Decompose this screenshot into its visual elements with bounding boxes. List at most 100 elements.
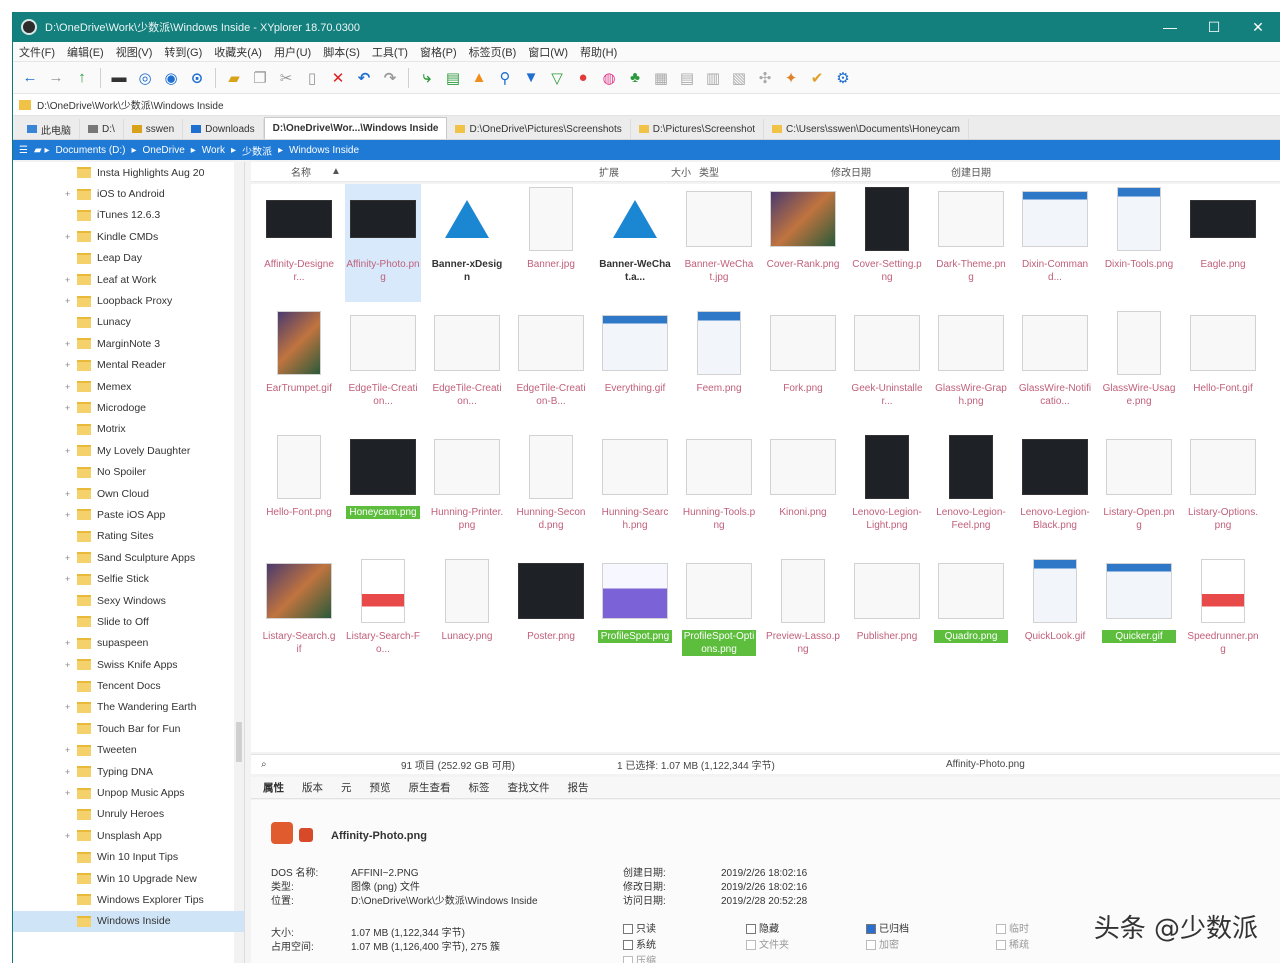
column-created[interactable]: 创建日期	[951, 164, 991, 179]
menu-view[interactable]: 视图(V)	[116, 44, 153, 60]
minimize-button[interactable]: —	[1148, 12, 1192, 42]
tree-item[interactable]: Windows Explorer Tips	[13, 889, 244, 910]
file-item[interactable]: EdgeTile-Creation-B...	[513, 308, 589, 426]
tree-item[interactable]: iTunes 12.6.3	[13, 205, 244, 226]
paste-icon[interactable]: ▯	[301, 67, 323, 89]
drive-icon[interactable]: ▬	[108, 67, 130, 89]
tree-item[interactable]: + Sand Sculpture Apps	[13, 547, 244, 568]
breadcrumb-menu-icon[interactable]: ☰	[19, 145, 28, 156]
info-tab-report[interactable]: 报告	[568, 780, 589, 795]
tree-item[interactable]: Lunacy	[13, 312, 244, 333]
info-tab-tags[interactable]: 标签	[469, 780, 490, 795]
expand-icon[interactable]: +	[65, 788, 70, 798]
tree-item[interactable]: + supaspeen	[13, 633, 244, 654]
file-item[interactable]: Lenovo-Legion-Feel.png	[933, 432, 1009, 550]
tree-item[interactable]: + Unsplash App	[13, 825, 244, 846]
tree-item[interactable]: + My Lovely Daughter	[13, 440, 244, 461]
expand-icon[interactable]: +	[65, 360, 70, 370]
tab-downloads[interactable]: Downloads	[183, 119, 264, 139]
file-item[interactable]: Lunacy.png	[429, 556, 505, 674]
address-bar[interactable]: D:\OneDrive\Work\少数派\Windows Inside	[13, 94, 1280, 116]
expand-icon[interactable]: +	[65, 232, 70, 242]
expand-icon[interactable]: +	[65, 296, 70, 306]
file-item[interactable]: GlassWire-Graph.png	[933, 308, 1009, 426]
address-path[interactable]: D:\OneDrive\Work\少数派\Windows Inside	[37, 97, 224, 112]
file-item[interactable]: Publisher.png	[849, 556, 925, 674]
split-view-icon[interactable]: ▥	[702, 67, 724, 89]
file-item[interactable]: Hunning-Search.png	[597, 432, 673, 550]
file-item[interactable]: Listary-Open.png	[1101, 432, 1177, 550]
expand-icon[interactable]: +	[65, 339, 70, 349]
file-item[interactable]: Cover-Rank.png	[765, 184, 841, 302]
file-item[interactable]: Affinity-Designer...	[261, 184, 337, 302]
attr-hidden[interactable]: 隐藏	[746, 924, 779, 936]
columns-icon[interactable]: ▧	[728, 67, 750, 89]
file-item[interactable]: Listary-Options.png	[1185, 432, 1261, 550]
file-item[interactable]: ProfileSpot-Options.png	[681, 556, 757, 674]
expand-icon[interactable]: +	[65, 510, 70, 520]
file-item[interactable]: Banner-WeChat.jpg	[681, 184, 757, 302]
delete-icon[interactable]: ✕	[327, 67, 349, 89]
file-item[interactable]: Speedrunner.png	[1185, 556, 1261, 674]
expand-icon[interactable]: +	[65, 189, 70, 199]
info-tab-version[interactable]: 版本	[302, 780, 323, 795]
tree-item[interactable]: + iOS to Android	[13, 183, 244, 204]
filter-green-icon[interactable]: ▽	[546, 67, 568, 89]
checkbox[interactable]	[746, 924, 756, 935]
tree-item[interactable]: Windows Inside	[13, 910, 244, 933]
grid-view-icon[interactable]: ▦	[650, 67, 672, 89]
menu-user[interactable]: 用户(U)	[274, 44, 311, 60]
tree-item[interactable]: + MarginNote 3	[13, 333, 244, 354]
tree-item[interactable]: + Memex	[13, 376, 244, 397]
file-item[interactable]: Affinity-Photo.png	[345, 184, 421, 302]
file-item[interactable]: Eagle.png	[1185, 184, 1261, 302]
bookmark-icon[interactable]: ✦	[780, 67, 802, 89]
file-item[interactable]: Cover-Setting.png	[849, 184, 925, 302]
file-item[interactable]: Honeycam.png	[345, 432, 421, 550]
menu-tabs[interactable]: 标签页(B)	[469, 44, 517, 60]
circle-icon[interactable]: ◉	[160, 67, 182, 89]
up-icon[interactable]: ↑	[71, 67, 93, 89]
column-type[interactable]: 类型	[699, 164, 719, 179]
tree-item[interactable]: + Selfie Stick	[13, 568, 244, 589]
file-item[interactable]: Hunning-Second.png	[513, 432, 589, 550]
close-button[interactable]: ✕	[1236, 12, 1280, 42]
expand-icon[interactable]: +	[65, 489, 70, 499]
file-item[interactable]: Geek-Uninstaller...	[849, 308, 925, 426]
info-tab-meta[interactable]: 元	[341, 780, 352, 795]
tag-icon[interactable]: ●	[572, 67, 594, 89]
maximize-button[interactable]: ☐	[1192, 12, 1236, 42]
file-item[interactable]: Hunning-Printer.png	[429, 432, 505, 550]
expand-icon[interactable]: +	[65, 638, 70, 648]
tab-screenshot[interactable]: D:\Pictures\Screenshot	[631, 119, 765, 139]
tab-d-drive[interactable]: D:\	[80, 119, 124, 139]
checkbox[interactable]	[623, 924, 633, 935]
file-item[interactable]: Listary-Search-Fo...	[345, 556, 421, 674]
menu-favorites[interactable]: 收藏夹(A)	[214, 44, 262, 60]
settings-icon[interactable]: ⚙	[832, 67, 854, 89]
tree-item[interactable]: + Typing DNA	[13, 761, 244, 782]
column-size[interactable]: 大小	[671, 164, 691, 179]
file-item[interactable]: EarTrumpet.gif	[261, 308, 337, 426]
checkbox[interactable]	[866, 924, 876, 935]
file-item[interactable]: GlassWire-Notificatio...	[1017, 308, 1093, 426]
tree-item[interactable]: Tencent Docs	[13, 675, 244, 696]
expand-icon[interactable]: +	[65, 660, 70, 670]
expand-icon[interactable]: +	[65, 403, 70, 413]
tab-screenshots[interactable]: D:\OneDrive\Pictures\Screenshots	[447, 119, 631, 139]
tree-item[interactable]: Win 10 Upgrade New	[13, 868, 244, 889]
info-tab-raw-view[interactable]: 原生查看	[409, 780, 451, 795]
info-tab-preview[interactable]: 预览	[370, 780, 391, 795]
tree-item[interactable]: + Kindle CMDs	[13, 226, 244, 247]
forward-icon[interactable]: →	[45, 67, 67, 89]
tree-item[interactable]: Unruly Heroes	[13, 804, 244, 825]
expand-icon[interactable]: +	[65, 745, 70, 755]
tree-item[interactable]: + Microdoge	[13, 397, 244, 418]
tree-item[interactable]: + The Wandering Earth	[13, 697, 244, 718]
info-tab-properties[interactable]: 属性	[263, 780, 284, 795]
check-icon[interactable]: ✔	[806, 67, 828, 89]
list-view-icon[interactable]: ▤	[676, 67, 698, 89]
tree-item[interactable]: Insta Highlights Aug 20	[13, 162, 244, 183]
file-item[interactable]: Quadro.png	[933, 556, 1009, 674]
file-item[interactable]: Hunning-Tools.png	[681, 432, 757, 550]
